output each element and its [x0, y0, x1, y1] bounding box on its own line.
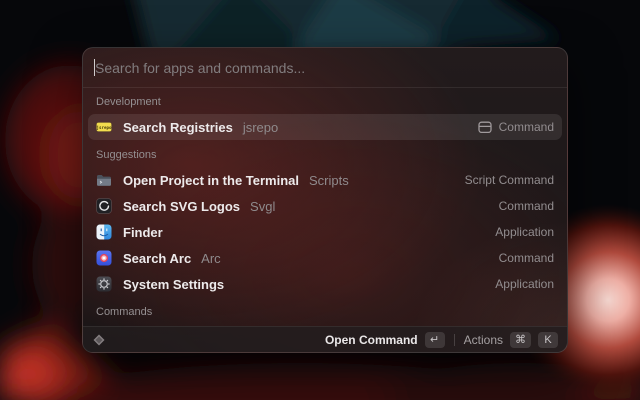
- text-caret: [94, 59, 95, 76]
- cmd-key-badge: ⌘: [510, 332, 531, 348]
- footer-divider: [454, 334, 455, 346]
- svgl-icon: [96, 198, 112, 214]
- item-title: Search SVG Logos: [123, 199, 240, 214]
- item-accessory-label: Application: [495, 277, 554, 291]
- item-accessory-label: Command: [499, 199, 554, 213]
- list-item-open-project-terminal[interactable]: Open Project in the Terminal Scripts Scr…: [88, 167, 562, 193]
- arc-icon: [96, 250, 112, 266]
- list-item-system-settings[interactable]: System Settings Application: [88, 271, 562, 297]
- actions-button[interactable]: Actions ⌘ K: [464, 332, 558, 348]
- list-item-finder[interactable]: Finder Application: [88, 219, 562, 245]
- item-title: Search Registries: [123, 120, 233, 135]
- open-command-button[interactable]: Open Command ↵: [325, 332, 445, 348]
- launcher-window: Development jsrepo Search Registries jsr…: [82, 47, 568, 353]
- item-subtitle: jsrepo: [243, 120, 278, 135]
- list-item-search-svg-logos[interactable]: Search SVG Logos Svgl Command: [88, 193, 562, 219]
- finder-icon: [96, 224, 112, 240]
- raycast-logo-icon[interactable]: [92, 333, 106, 347]
- item-title: Search Arc: [123, 251, 191, 266]
- command-type-icon: [477, 119, 493, 135]
- svg-text:jsrepo: jsrepo: [96, 125, 112, 130]
- item-accessory-label: Application: [495, 225, 554, 239]
- section-header-suggestions: Suggestions: [88, 140, 562, 167]
- item-accessory: Command: [477, 119, 554, 135]
- item-title: Finder: [123, 225, 163, 240]
- footer-bar: Open Command ↵ Actions ⌘ K: [83, 326, 567, 352]
- list-item-search-arc[interactable]: Search Arc Arc Command: [88, 245, 562, 271]
- k-key-badge: K: [538, 332, 558, 348]
- actions-label: Actions: [464, 333, 503, 347]
- search-bar: [83, 48, 567, 88]
- item-title: System Settings: [123, 277, 224, 292]
- item-accessory-label: Script Command: [465, 173, 554, 187]
- list-item-search-arc-command[interactable]: Search Arc Arc Command: [88, 324, 562, 326]
- system-settings-icon: [96, 276, 112, 292]
- item-subtitle: Svgl: [250, 199, 275, 214]
- terminal-folder-icon: [96, 172, 112, 188]
- return-key-badge: ↵: [425, 332, 445, 348]
- search-input[interactable]: [95, 60, 555, 76]
- section-header-commands: Commands: [88, 297, 562, 324]
- section-header-development: Development: [88, 90, 562, 114]
- item-accessory-label: Command: [499, 251, 554, 265]
- item-accessory-label: Command: [499, 120, 554, 134]
- item-title: Open Project in the Terminal: [123, 173, 299, 188]
- item-subtitle: Arc: [201, 251, 221, 266]
- item-subtitle: Scripts: [309, 173, 349, 188]
- jsrepo-icon: jsrepo: [96, 119, 112, 135]
- results-list: Development jsrepo Search Registries jsr…: [83, 88, 567, 326]
- list-item-search-registries[interactable]: jsrepo Search Registries jsrepo Command: [88, 114, 562, 140]
- open-command-label: Open Command: [325, 333, 418, 347]
